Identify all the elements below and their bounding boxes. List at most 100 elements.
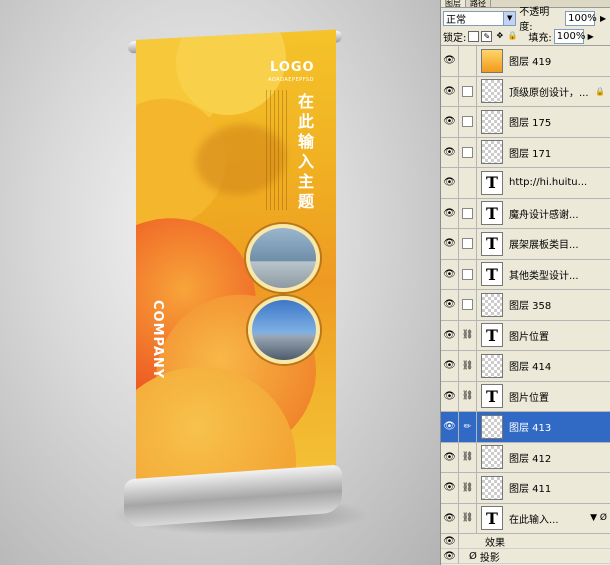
chain-link-icon[interactable]: ⛓ bbox=[459, 442, 477, 472]
link-checkbox[interactable] bbox=[459, 107, 477, 137]
layer-row[interactable]: 👁 顶级原创设计，... 🔒 bbox=[441, 76, 610, 107]
layer-thumbnail[interactable] bbox=[481, 475, 503, 500]
layer-row[interactable]: 👁 ⛓ 图层 414 bbox=[441, 351, 610, 382]
banner-vertical-title: 在此输入主题 bbox=[297, 92, 314, 211]
link-slot[interactable] bbox=[459, 46, 477, 76]
layer-name[interactable]: 图层 419 bbox=[509, 53, 610, 68]
eye-icon[interactable]: 👁 bbox=[441, 290, 459, 320]
layer-name[interactable]: 图层 413 bbox=[509, 419, 610, 434]
text-layer-thumbnail[interactable]: T bbox=[481, 323, 503, 348]
lock-all-icon[interactable]: 🔒 bbox=[507, 31, 518, 42]
layer-thumbnail[interactable] bbox=[481, 353, 503, 378]
tab-layers[interactable]: 图层 bbox=[441, 0, 466, 8]
layer-row[interactable]: 👁 T 展架展板类目... bbox=[441, 229, 610, 260]
layer-row[interactable]: 👁 T 魔舟设计感谢... bbox=[441, 198, 610, 229]
layer-thumbnail[interactable] bbox=[481, 292, 503, 317]
text-layer-thumbnail[interactable]: T bbox=[481, 170, 503, 195]
chain-link-icon[interactable]: ⛓ bbox=[459, 351, 477, 381]
eye-icon[interactable]: 👁 bbox=[441, 229, 459, 259]
text-layer-thumbnail[interactable]: T bbox=[481, 506, 503, 531]
chain-link-icon[interactable]: ⛓ bbox=[459, 381, 477, 411]
layer-row[interactable]: 👁 ⛓ T 图片位置 bbox=[441, 381, 610, 412]
layer-row[interactable]: 👁 T 其他类型设计... bbox=[441, 259, 610, 290]
eye-icon[interactable]: 👁 bbox=[441, 137, 459, 167]
layer-thumbnail[interactable] bbox=[481, 445, 503, 470]
eye-icon[interactable]: 👁 bbox=[441, 46, 459, 76]
eye-icon[interactable]: 👁 bbox=[441, 412, 459, 442]
eye-icon[interactable]: 👁 bbox=[441, 533, 459, 549]
lock-move-icon[interactable]: ✥ bbox=[494, 31, 505, 42]
lock-paint-icon[interactable]: ✎ bbox=[481, 31, 493, 42]
eye-icon[interactable]: 👁 bbox=[441, 548, 459, 564]
eye-icon[interactable]: 👁 bbox=[441, 259, 459, 289]
layer-name[interactable]: 图片位置 bbox=[509, 328, 610, 343]
link-checkbox[interactable] bbox=[459, 259, 477, 289]
link-checkbox[interactable] bbox=[459, 137, 477, 167]
opacity-field[interactable]: 100% bbox=[565, 10, 597, 26]
layer-thumbnail[interactable] bbox=[481, 48, 503, 73]
eye-icon[interactable]: 👁 bbox=[441, 442, 459, 472]
layer-row[interactable]: 👁 图层 419 bbox=[441, 46, 610, 77]
link-slot[interactable] bbox=[459, 168, 477, 198]
eye-icon[interactable]: 👁 bbox=[441, 168, 459, 198]
layer-thumbnail[interactable] bbox=[481, 414, 503, 439]
text-layer-thumbnail[interactable]: T bbox=[481, 231, 503, 256]
chain-link-icon[interactable]: ⛓ bbox=[459, 473, 477, 503]
layer-name[interactable]: 展架展板类目... bbox=[509, 236, 610, 251]
layer-name[interactable]: 顶级原创设计，... bbox=[509, 84, 595, 99]
brush-icon[interactable]: ✏ bbox=[459, 412, 477, 442]
layer-name[interactable]: 魔舟设计感谢... bbox=[509, 206, 610, 221]
layer-thumbnail[interactable] bbox=[481, 140, 503, 165]
link-checkbox[interactable] bbox=[459, 76, 477, 106]
drop-shadow-row[interactable]: 👁 Ø 投影 bbox=[441, 548, 610, 564]
text-layer-thumbnail[interactable]: T bbox=[481, 201, 503, 226]
eye-icon[interactable]: 👁 bbox=[441, 76, 459, 106]
link-checkbox[interactable] bbox=[459, 198, 477, 228]
layer-row[interactable]: 👁 ✏ 图层 413 bbox=[441, 412, 610, 443]
layer-row[interactable]: 👁 图层 358 bbox=[441, 290, 610, 321]
link-checkbox[interactable] bbox=[459, 229, 477, 259]
layer-row[interactable]: 👁 Thttp://hi.huitu... bbox=[441, 168, 610, 199]
layer-name[interactable]: 图层 175 bbox=[509, 114, 610, 129]
layer-name[interactable]: 图层 411 bbox=[509, 480, 610, 495]
layer-name[interactable]: http://hi.huitu... bbox=[509, 177, 610, 188]
blend-mode-select[interactable]: 正常 ▼ bbox=[443, 10, 517, 26]
link-checkbox[interactable] bbox=[459, 290, 477, 320]
text-layer-thumbnail[interactable]: T bbox=[481, 262, 503, 287]
eye-icon[interactable]: 👁 bbox=[441, 503, 459, 533]
eye-icon[interactable]: 👁 bbox=[441, 381, 459, 411]
layer-row[interactable]: 👁 ⛓ T 在此输入... ▼ Ø bbox=[441, 503, 610, 534]
opacity-arrow-icon[interactable]: ▶ bbox=[598, 12, 608, 25]
eye-icon[interactable]: 👁 bbox=[441, 107, 459, 137]
chain-link-icon[interactable]: ⛓ bbox=[459, 503, 477, 533]
fill-field[interactable]: 100% bbox=[553, 29, 585, 44]
eye-icon[interactable]: 👁 bbox=[441, 320, 459, 350]
layer-row[interactable]: 👁 ⛓ 图层 412 bbox=[441, 442, 610, 473]
layer-name[interactable]: 图层 171 bbox=[509, 145, 610, 160]
layer-name[interactable]: 在此输入... bbox=[509, 511, 590, 526]
layer-row[interactable]: 👁 图层 175 bbox=[441, 107, 610, 138]
tab-paths[interactable]: 路径 bbox=[466, 0, 491, 8]
lock-transparency-icon[interactable] bbox=[468, 31, 480, 42]
effects-icon[interactable]: ▼ Ø bbox=[590, 513, 607, 523]
layer-name[interactable]: 图层 358 bbox=[509, 297, 610, 312]
text-layer-thumbnail[interactable]: T bbox=[481, 384, 503, 409]
layer-thumbnail[interactable] bbox=[481, 79, 503, 104]
layer-row[interactable]: 👁 ⛓ T 图片位置 bbox=[441, 320, 610, 351]
layer-name[interactable]: 图片位置 bbox=[509, 389, 610, 404]
eye-icon[interactable]: 👁 bbox=[441, 198, 459, 228]
fill-arrow-icon[interactable]: ▶ bbox=[586, 30, 596, 43]
eye-icon[interactable]: 👁 bbox=[441, 351, 459, 381]
chain-link-icon[interactable]: ⛓ bbox=[459, 320, 477, 350]
layer-name[interactable]: 其他类型设计... bbox=[509, 267, 610, 282]
effects-row[interactable]: 👁 效果 bbox=[441, 533, 610, 549]
chevron-down-icon[interactable]: ▼ bbox=[503, 11, 516, 25]
layer-row[interactable]: 👁 图层 171 bbox=[441, 137, 610, 168]
layer-thumbnail[interactable] bbox=[481, 109, 503, 134]
layer-row[interactable]: 👁 ⛓ 图层 411 bbox=[441, 473, 610, 504]
eye-icon[interactable]: 👁 bbox=[441, 473, 459, 503]
layer-name[interactable]: 图层 414 bbox=[509, 358, 610, 373]
banner-company: COMPANY bbox=[150, 300, 165, 380]
document-canvas[interactable]: LOGO AOADAEPEPFSD 在此输入主题 COMPANY bbox=[0, 0, 440, 565]
layer-name[interactable]: 图层 412 bbox=[509, 450, 610, 465]
